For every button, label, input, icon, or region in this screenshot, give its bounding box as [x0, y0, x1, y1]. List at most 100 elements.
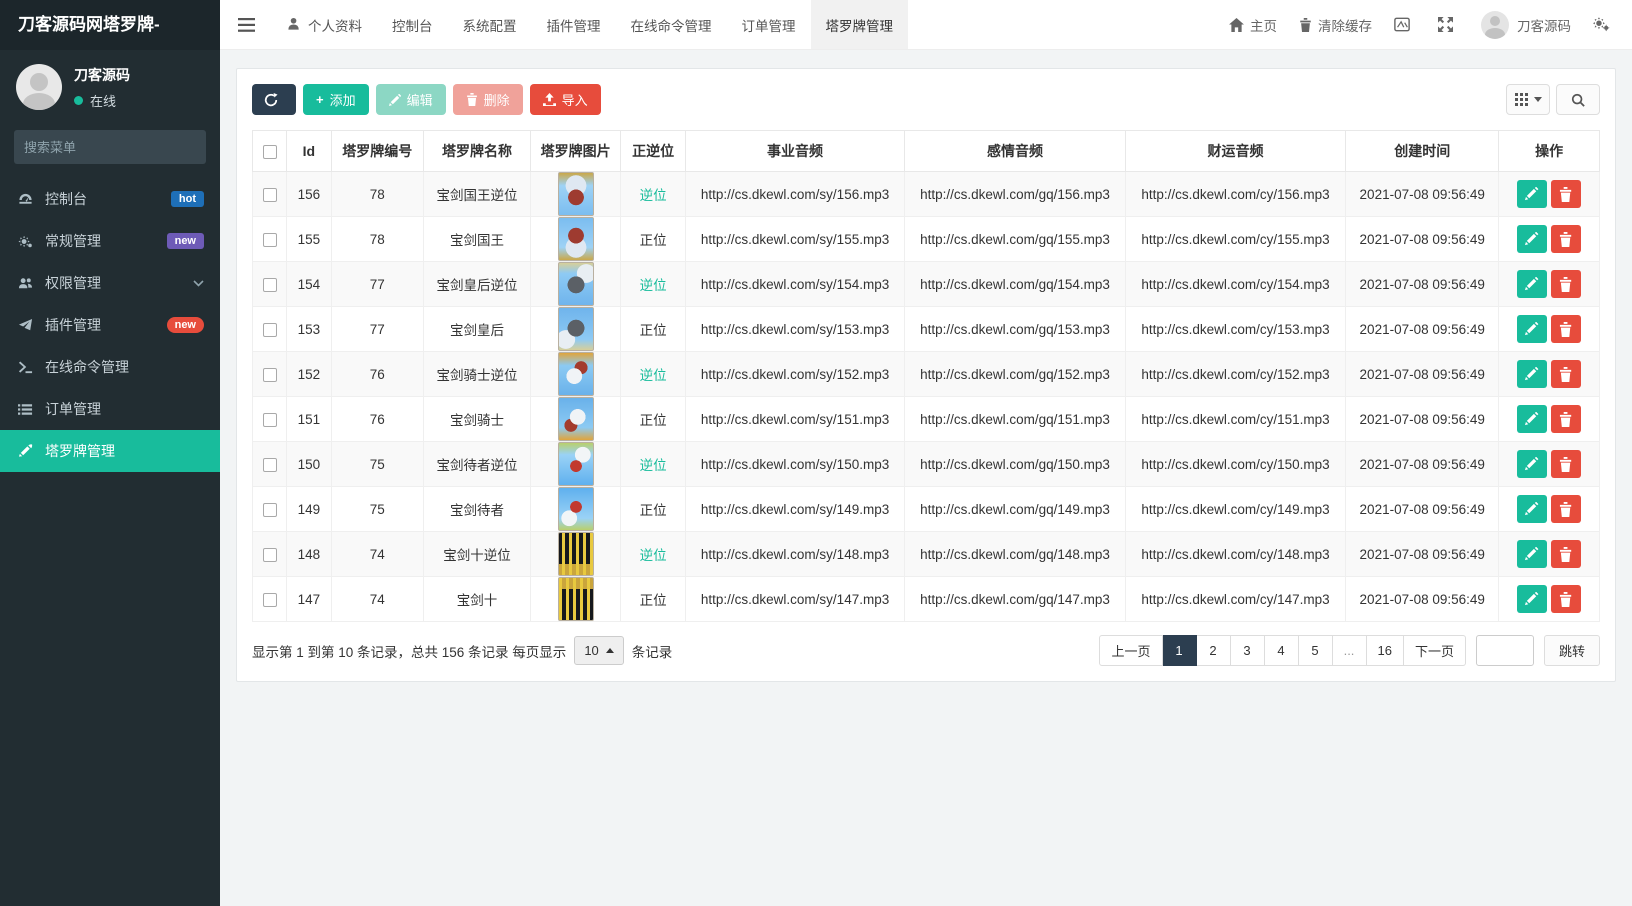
page-size-select[interactable]: 10 — [574, 636, 623, 665]
column-header[interactable]: 财运音频 — [1125, 131, 1345, 172]
add-button[interactable]: + 添加 — [303, 84, 369, 115]
sidebar-item-常规管理[interactable]: 常规管理new — [0, 220, 220, 262]
row-checkbox[interactable] — [263, 188, 277, 202]
app-logo[interactable]: 刀客源码网塔罗牌- — [0, 0, 220, 50]
home-link[interactable]: 主页 — [1229, 15, 1277, 35]
tab-个人资料[interactable]: 个人资料 — [272, 0, 377, 49]
tarot-card-image[interactable] — [558, 577, 594, 621]
clear-cache-label: 清除缓存 — [1318, 15, 1372, 35]
row-edit-button[interactable] — [1517, 450, 1547, 478]
tab-控制台[interactable]: 控制台 — [377, 0, 448, 49]
row-checkbox[interactable] — [263, 503, 277, 517]
sidebar-item-塔罗牌管理[interactable]: 塔罗牌管理 — [0, 430, 220, 472]
column-header[interactable]: 事业音频 — [685, 131, 904, 172]
sidebar-item-插件管理[interactable]: 插件管理new — [0, 304, 220, 346]
row-delete-button[interactable] — [1551, 360, 1581, 388]
refresh-button[interactable] — [252, 84, 296, 115]
row-edit-button[interactable] — [1517, 405, 1547, 433]
language-icon[interactable] — [1394, 17, 1416, 32]
tarot-card-image[interactable] — [558, 442, 594, 486]
column-header[interactable]: 塔罗牌图片 — [530, 131, 621, 172]
tab-塔罗牌管理[interactable]: 塔罗牌管理 — [811, 0, 909, 49]
delete-button[interactable]: 删除 — [453, 84, 523, 115]
cell-card-name: 宝剑十逆位 — [424, 532, 531, 577]
tab-在线命令管理[interactable]: 在线命令管理 — [616, 0, 727, 49]
row-edit-button[interactable] — [1517, 585, 1547, 613]
topbar-user[interactable]: 刀客源码 — [1481, 11, 1571, 39]
row-checkbox[interactable] — [263, 233, 277, 247]
tarot-card-image[interactable] — [558, 217, 594, 261]
row-checkbox[interactable] — [263, 548, 277, 562]
import-button[interactable]: 导入 — [530, 84, 601, 115]
trash-icon — [1559, 592, 1574, 607]
tab-订单管理[interactable]: 订单管理 — [727, 0, 811, 49]
tarot-card-image[interactable] — [558, 532, 594, 576]
row-edit-button[interactable] — [1517, 360, 1547, 388]
tarot-card-image[interactable] — [558, 397, 594, 441]
row-edit-button[interactable] — [1517, 180, 1547, 208]
column-header[interactable]: 操作 — [1499, 131, 1600, 172]
sidebar-item-控制台[interactable]: 控制台hot — [0, 178, 220, 220]
hamburger-icon[interactable] — [220, 0, 272, 49]
page-button-2[interactable]: 2 — [1197, 635, 1231, 666]
tarot-card-image[interactable] — [558, 352, 594, 396]
row-checkbox[interactable] — [263, 458, 277, 472]
jump-button[interactable]: 跳转 — [1544, 635, 1600, 666]
row-delete-button[interactable] — [1551, 585, 1581, 613]
tarot-card-image[interactable] — [558, 262, 594, 306]
row-edit-button[interactable] — [1517, 225, 1547, 253]
column-header[interactable]: 塔罗牌名称 — [424, 131, 531, 172]
tab-插件管理[interactable]: 插件管理 — [532, 0, 616, 49]
sidebar-search-input[interactable] — [24, 140, 200, 155]
select-all-checkbox[interactable] — [263, 145, 277, 159]
pencil-icon — [1525, 547, 1540, 562]
settings-gears-icon[interactable] — [1593, 17, 1616, 32]
table-row: 15176宝剑骑士正位http://cs.dkewl.com/sy/151.mp… — [253, 397, 1600, 442]
row-checkbox[interactable] — [263, 368, 277, 382]
summary-suffix: 条记录 — [632, 641, 673, 661]
row-checkbox[interactable] — [263, 278, 277, 292]
row-edit-button[interactable] — [1517, 270, 1547, 298]
fullscreen-icon[interactable] — [1438, 17, 1459, 32]
column-header[interactable]: Id — [287, 131, 331, 172]
row-delete-button[interactable] — [1551, 450, 1581, 478]
column-header[interactable]: 感情音频 — [905, 131, 1125, 172]
edit-button[interactable]: 编辑 — [376, 84, 446, 115]
tarot-card-image[interactable] — [558, 487, 594, 531]
row-checkbox[interactable] — [263, 323, 277, 337]
page-button-上一页[interactable]: 上一页 — [1099, 635, 1162, 666]
row-delete-button[interactable] — [1551, 540, 1581, 568]
columns-toggle-button[interactable] — [1506, 84, 1550, 115]
row-delete-button[interactable] — [1551, 270, 1581, 298]
row-delete-button[interactable] — [1551, 495, 1581, 523]
page-button-1[interactable]: 1 — [1163, 635, 1197, 666]
tarot-card-image[interactable] — [558, 172, 594, 216]
row-checkbox[interactable] — [263, 413, 277, 427]
sidebar-item-订单管理[interactable]: 订单管理 — [0, 388, 220, 430]
cell-created-time: 2021-07-08 09:56:49 — [1346, 172, 1499, 217]
page-button-4[interactable]: 4 — [1265, 635, 1299, 666]
tarot-card-image[interactable] — [558, 307, 594, 351]
row-checkbox[interactable] — [263, 593, 277, 607]
page-button-16[interactable]: 16 — [1367, 635, 1404, 666]
sidebar-item-权限管理[interactable]: 权限管理 — [0, 262, 220, 304]
row-delete-button[interactable] — [1551, 180, 1581, 208]
column-header[interactable]: 正逆位 — [621, 131, 685, 172]
clear-cache-link[interactable]: 清除缓存 — [1299, 15, 1372, 35]
row-delete-button[interactable] — [1551, 405, 1581, 433]
cell-love-audio: http://cs.dkewl.com/gq/152.mp3 — [905, 352, 1125, 397]
search-button[interactable] — [1556, 84, 1600, 115]
column-header[interactable]: 创建时间 — [1346, 131, 1499, 172]
page-button-3[interactable]: 3 — [1231, 635, 1265, 666]
row-edit-button[interactable] — [1517, 495, 1547, 523]
jump-page-input[interactable] — [1476, 635, 1534, 666]
column-header[interactable]: 塔罗牌编号 — [331, 131, 424, 172]
page-button-5[interactable]: 5 — [1299, 635, 1333, 666]
page-button-下一页[interactable]: 下一页 — [1404, 635, 1466, 666]
row-edit-button[interactable] — [1517, 315, 1547, 343]
row-delete-button[interactable] — [1551, 315, 1581, 343]
row-edit-button[interactable] — [1517, 540, 1547, 568]
tab-系统配置[interactable]: 系统配置 — [448, 0, 532, 49]
row-delete-button[interactable] — [1551, 225, 1581, 253]
sidebar-item-在线命令管理[interactable]: 在线命令管理 — [0, 346, 220, 388]
